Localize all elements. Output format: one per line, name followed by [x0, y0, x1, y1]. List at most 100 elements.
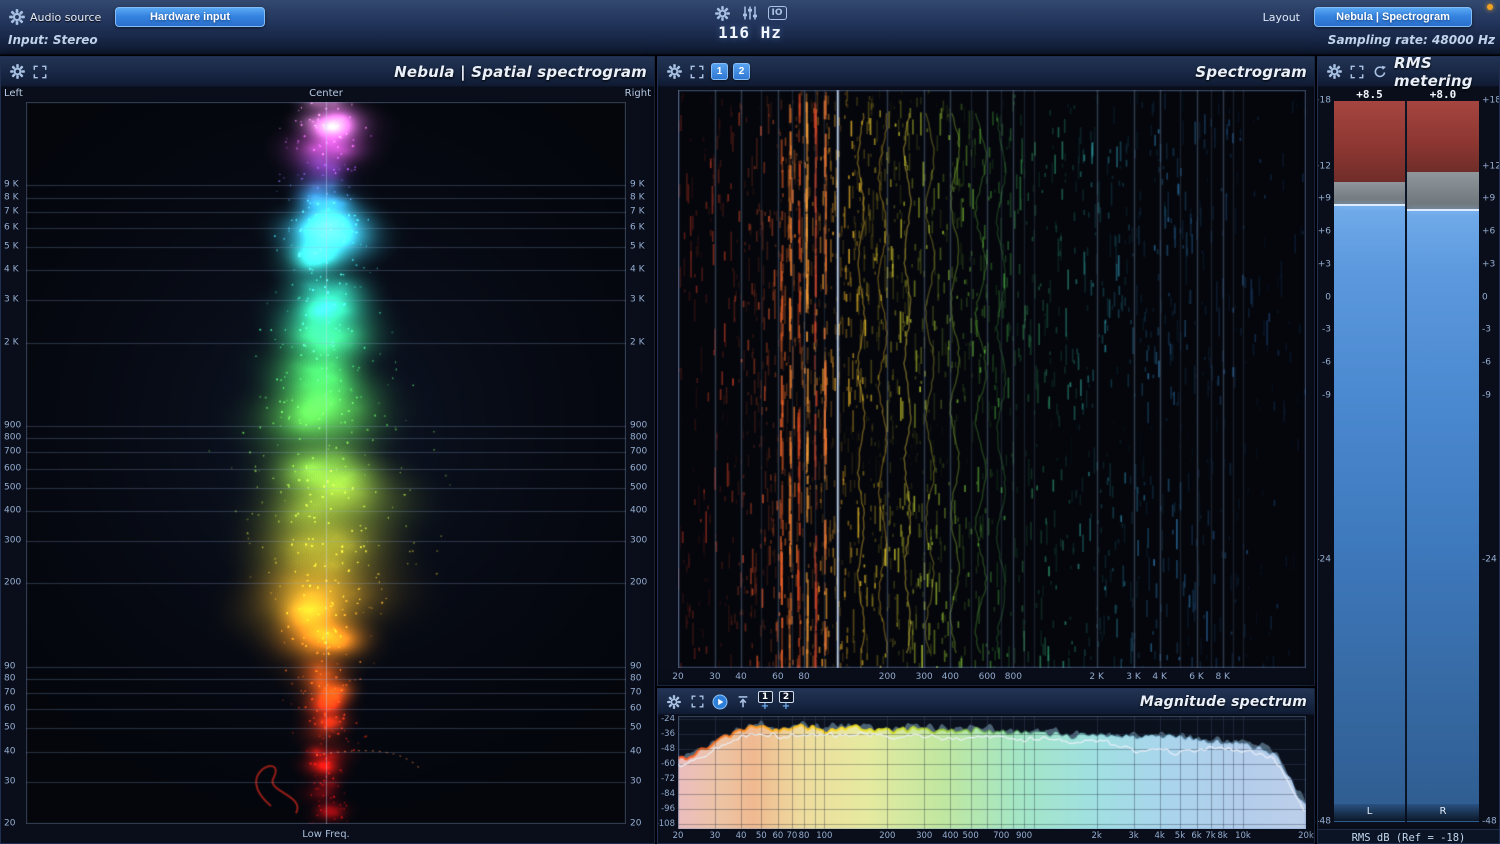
analyzer-gear-icon[interactable] [714, 4, 732, 22]
frequency-readout: 116 Hz [718, 23, 782, 42]
spatial-freq-tick: 600 [630, 463, 648, 473]
meter-red-zone [1407, 101, 1479, 172]
top-bar: Audio source Hardware input Input: Stere… [0, 0, 1500, 55]
spatial-freq-tick: 400 [630, 505, 648, 516]
meter-blue-zone [1407, 210, 1479, 822]
rms-scale-tick: -9 [1322, 390, 1331, 401]
spectrogram-canvas[interactable] [678, 90, 1306, 668]
spatial-freq-tick: 40 [4, 746, 16, 757]
rms-scale-tick: +18 [1482, 95, 1500, 106]
rms-scale-tick: 0 [1325, 292, 1331, 303]
layer-2-button[interactable]: 2 [733, 63, 750, 80]
rms-panel-title: RMS metering [1394, 56, 1473, 90]
rms-scale-tick: +9 [1482, 193, 1496, 204]
gear-icon[interactable] [665, 693, 683, 711]
status-led [1487, 4, 1493, 10]
gear-icon[interactable] [8, 63, 26, 81]
rms-scale-tick: 0 [1482, 292, 1488, 303]
rms-scale-right: +18 +12 +9 +6 +3 0 -3 -6 -9 -24 -48 [1480, 96, 1500, 826]
sampling-rate-label: Sampling rate: 48000 Hz [1327, 33, 1495, 47]
fullscreen-icon[interactable] [688, 63, 706, 81]
magnitude-db-tick: -96 [661, 803, 675, 814]
magnitude-freq-tick: 20 [672, 831, 684, 841]
io-icon[interactable]: IO [767, 5, 787, 21]
rms-scale-tick: -24 [1482, 554, 1497, 565]
spectrogram-freq-tick: 20 [672, 672, 684, 682]
magnitude-freq-tick: 7k [1205, 831, 1216, 841]
rms-scale-tick: +12 [1482, 161, 1500, 172]
rms-scale-tick: -48 [1317, 816, 1331, 827]
spectrogram-freq-tick: 800 [1004, 672, 1022, 682]
magnitude-freq-tick: 60 [772, 831, 784, 841]
rms-footer-label: RMS dB (Ref = -18) [1318, 829, 1499, 843]
channel-l-label: L [1366, 806, 1373, 817]
spatial-freq-tick: 200 [4, 577, 22, 588]
magnitude-freq-axis: 20 30 40 50 60 70 80 100 200 300 400 500 700 900 2k 3k 4… [673, 830, 1314, 843]
fullscreen-icon[interactable] [1348, 63, 1366, 81]
mixer-sliders-icon[interactable] [741, 4, 759, 22]
hardware-input-button[interactable]: Hardware input [115, 7, 265, 27]
layout-menu-label[interactable]: Layout [1263, 11, 1300, 24]
plus-icon: + [781, 701, 791, 712]
spatial-freq-tick: 40 [630, 746, 642, 757]
rms-scale-tick: +9 [1317, 193, 1331, 204]
spatial-freq-tick: 90 [630, 661, 642, 672]
spectrogram-panel-title: Spectrogram [1195, 62, 1307, 81]
gear-icon[interactable] [665, 63, 683, 81]
settings-gear-icon[interactable] [8, 8, 26, 26]
spectrogram-freq-tick: 40 [735, 672, 747, 682]
spatial-freq-tick: 30 [630, 776, 642, 787]
magnitude-db-tick: -48 [661, 743, 675, 754]
spatial-freq-tick: 300 [4, 535, 22, 546]
magnitude-db-tick: -60 [661, 758, 675, 769]
live-play-icon[interactable] [711, 693, 729, 711]
spatial-freq-tick: 900 [630, 420, 648, 431]
view-preset-button[interactable]: Nebula | Spectrogram [1314, 7, 1472, 27]
peak-hold-icon[interactable] [734, 693, 752, 711]
spectrogram-freq-tick: 30 [709, 672, 721, 682]
gear-icon[interactable] [1325, 63, 1343, 81]
magnitude-freq-tick: 300 [916, 831, 933, 841]
spatial-freq-tick: 3 K [630, 294, 645, 305]
magnitude-freq-tick: 3k [1128, 831, 1139, 841]
spatial-freq-tick: 8 K [4, 192, 19, 203]
layer-1-button[interactable]: 1 [711, 63, 728, 80]
spectrogram-freq-axis: 20 30 40 60 80 200 300 400 600 800 2 K 3 K 4 K 6 K 8 K [672, 669, 1306, 685]
spectrogram-freq-tick: 80 [798, 672, 810, 682]
magnitude-db-tick: -72 [661, 773, 675, 784]
spatial-freq-tick: 800 [630, 432, 648, 443]
magnitude-freq-tick: 200 [879, 831, 896, 841]
spectrogram-freq-tick: 3 K [1126, 672, 1141, 682]
magnitude-freq-tick: 50 [755, 831, 767, 841]
spatial-freq-tick: 4 K [630, 264, 645, 275]
spatial-freq-tick: 60 [4, 703, 16, 714]
rms-scale-tick: +12 [1318, 161, 1331, 172]
spatial-freq-tick: 9 K [4, 179, 19, 190]
magnitude-db-tick: -36 [661, 728, 675, 739]
magnitude-db-tick: -84 [661, 788, 675, 799]
magnitude-panel-header: 1 + 2 + Magnitude spectrum [658, 689, 1314, 715]
spectrogram-panel-header: 1 2 Spectrogram [658, 57, 1314, 87]
spatial-freq-tick: 600 [4, 463, 22, 473]
fullscreen-icon[interactable] [688, 693, 706, 711]
audio-source-label: Audio source [30, 11, 102, 24]
plus-icon: + [760, 701, 770, 712]
rms-scale-tick: -6 [1322, 357, 1331, 368]
spectrogram-freq-tick: 300 [915, 672, 933, 682]
spectrum-2-button[interactable]: 2 + [778, 691, 794, 712]
spatial-freq-tick: 70 [4, 687, 16, 698]
spatial-freq-tick: 500 [4, 482, 22, 493]
fullscreen-icon[interactable] [31, 63, 49, 81]
magnitude-freq-tick: 8k [1217, 831, 1228, 841]
refresh-icon[interactable] [1371, 63, 1389, 81]
magnitude-freq-tick: 2k [1091, 831, 1102, 841]
magnitude-freq-tick: 80 [798, 831, 810, 841]
spatial-freq-tick: 300 [630, 535, 648, 546]
spatial-spectrogram-canvas[interactable] [26, 102, 626, 824]
spectrogram-freq-tick: 4 K [1152, 672, 1167, 682]
pan-center-label: Center [309, 88, 343, 99]
magnitude-spectrum-canvas[interactable] [678, 716, 1306, 829]
nebula-analyzer-app: Audio source Hardware input Input: Stere… [0, 0, 1500, 844]
spectrum-1-button[interactable]: 1 + [757, 691, 773, 712]
low-freq-label: Low Freq. [302, 829, 350, 840]
